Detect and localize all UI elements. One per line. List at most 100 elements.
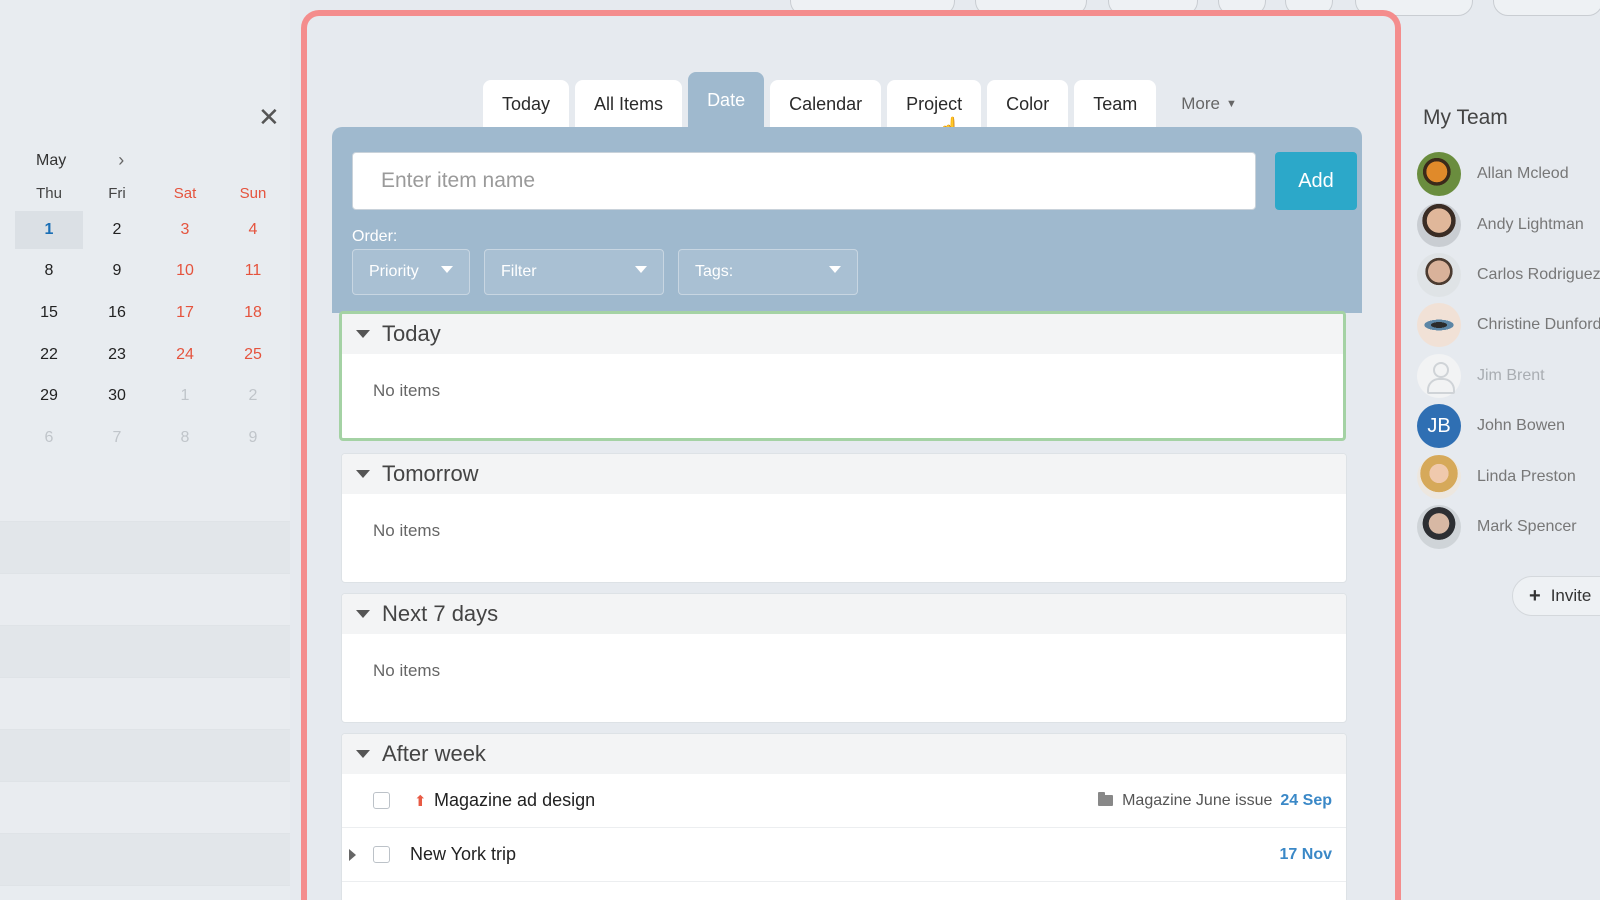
task-project[interactable]: Magazine June issue (1122, 792, 1272, 810)
plus-icon: + (1529, 584, 1541, 607)
tab-today[interactable]: Today (483, 80, 570, 128)
calendar-day[interactable]: 15 (15, 294, 83, 332)
calendar-day[interactable]: 30 (83, 377, 151, 415)
calendar-day-next-month[interactable]: 7 (83, 419, 151, 457)
calendar-day-today[interactable]: 1 (15, 210, 83, 249)
schedule-row (0, 782, 290, 834)
calendar-day[interactable]: 24 (151, 336, 219, 374)
tags-dropdown-label: Tags: (695, 263, 734, 280)
add-button[interactable]: Add (1275, 152, 1357, 210)
caret-down-icon (635, 266, 647, 273)
calendar-day-next-month[interactable]: 1 (151, 377, 219, 415)
team-member[interactable]: Carlos Rodriguez (1417, 253, 1600, 297)
schedule-row (0, 522, 290, 574)
tags-dropdown[interactable]: Tags: (678, 249, 858, 295)
close-icon[interactable]: ✕ (258, 104, 280, 130)
calendar-week: 29 30 1 2 (15, 375, 287, 417)
member-name: Linda Preston (1477, 468, 1576, 485)
calendar-day[interactable]: 18 (219, 294, 287, 332)
calendar-day[interactable]: 2 (83, 211, 151, 249)
calendar-day[interactable]: 3 (151, 211, 219, 249)
schedule-row (0, 470, 290, 522)
high-priority-arrow-icon: ⬆ (414, 792, 427, 810)
calendar-day-next-month[interactable]: 2 (219, 377, 287, 415)
section-title: Today (382, 321, 441, 346)
team-member[interactable]: JB John Bowen (1417, 404, 1600, 448)
default-avatar-icon (1417, 354, 1461, 398)
calendar-day[interactable]: 9 (83, 252, 151, 290)
tab-calendar[interactable]: Calendar (770, 80, 882, 128)
month-navigator: May › (36, 150, 124, 171)
task-checkbox[interactable] (373, 846, 390, 863)
invite-button[interactable]: + Invite (1512, 576, 1600, 616)
section-title: After week (382, 741, 486, 766)
task-due-date[interactable]: 24 Sep (1280, 792, 1332, 810)
task-due-date[interactable]: 17 Nov (1280, 846, 1332, 864)
item-name-input[interactable] (352, 152, 1256, 210)
section-today-header[interactable]: Today (342, 314, 1343, 354)
calendar-day[interactable]: 29 (15, 377, 83, 415)
priority-dropdown[interactable]: Priority (352, 249, 470, 295)
task-row[interactable]: ⬆ Magazine ad design Magazine June issue… (342, 774, 1346, 828)
weekday-label: Thu (36, 185, 62, 202)
tab-all-items[interactable]: All Items (575, 80, 683, 128)
calendar-day[interactable]: 25 (219, 336, 287, 374)
calendar-day-next-month[interactable]: 8 (151, 419, 219, 457)
main-panel: Today All Items Date Calendar Project Co… (301, 10, 1401, 900)
schedule-row (0, 834, 290, 886)
team-member[interactable]: Andy Lightman (1417, 203, 1600, 247)
calendar-day[interactable]: 16 (83, 294, 151, 332)
task-name[interactable]: New York trip (410, 844, 516, 865)
month-label: May (36, 151, 67, 169)
team-member[interactable]: Jim Brent (1417, 354, 1600, 398)
calendar-grid: Thu Fri Sat Sun 1 2 3 4 8 9 10 11 15 16 … (15, 185, 287, 459)
tab-team[interactable]: Team (1074, 80, 1157, 128)
collapse-triangle-icon (356, 330, 370, 338)
weekday-label: Sun (239, 185, 267, 202)
weekday-label: Sat (173, 185, 197, 202)
schedule-row (0, 678, 290, 730)
tab-date[interactable]: Date (688, 72, 765, 128)
section-next-7-days-header[interactable]: Next 7 days (342, 594, 1346, 634)
tab-more[interactable]: More ▼ (1162, 80, 1256, 128)
team-member[interactable]: Christine Dunford (1417, 303, 1600, 347)
tab-color[interactable]: Color (987, 80, 1069, 128)
task-row[interactable]: New York trip 17 Nov (342, 828, 1346, 882)
tab-more-label: More (1181, 94, 1220, 113)
calendar-day[interactable]: 8 (15, 252, 83, 290)
section-after-week-header[interactable]: After week (342, 734, 1346, 774)
section-tomorrow-header[interactable]: Tomorrow (342, 454, 1346, 494)
calendar-day[interactable]: 22 (15, 336, 83, 374)
calendar-day-next-month[interactable]: 9 (219, 419, 287, 457)
avatar (1417, 253, 1461, 297)
calendar-day[interactable]: 10 (151, 252, 219, 290)
section-today: Today No items (339, 311, 1346, 441)
filter-dropdown[interactable]: Filter (484, 249, 664, 295)
invite-label: Invite (1550, 586, 1592, 605)
task-name[interactable]: Magazine ad design (434, 790, 595, 811)
team-member[interactable]: Allan Mcleod (1417, 152, 1600, 196)
avatar (1417, 152, 1461, 196)
task-meta: 17 Nov (1280, 846, 1332, 864)
avatar-initials: JB (1417, 404, 1461, 448)
member-name: Mark Spencer (1477, 518, 1577, 535)
calendar-week: 6 7 8 9 (15, 417, 287, 459)
calendar-day[interactable]: 17 (151, 294, 219, 332)
section-tomorrow: Tomorrow No items (341, 453, 1347, 583)
caret-down-icon (829, 266, 841, 273)
calendar-week: 22 23 24 25 (15, 334, 287, 376)
calendar-day[interactable]: 4 (219, 211, 287, 249)
collapse-triangle-icon (356, 470, 370, 478)
member-name: Andy Lightman (1477, 216, 1584, 233)
calendar-day[interactable]: 11 (219, 252, 287, 290)
team-member[interactable]: Linda Preston (1417, 455, 1600, 499)
schedule-row (0, 574, 290, 626)
task-checkbox[interactable] (373, 792, 390, 809)
next-month-icon[interactable]: › (118, 150, 124, 171)
calendar-day[interactable]: 23 (83, 336, 151, 374)
expand-triangle-icon[interactable] (349, 848, 356, 861)
avatar (1417, 455, 1461, 499)
calendar-day-next-month[interactable]: 6 (15, 419, 83, 457)
team-member[interactable]: Mark Spencer (1417, 505, 1600, 549)
schedule-row (0, 730, 290, 782)
